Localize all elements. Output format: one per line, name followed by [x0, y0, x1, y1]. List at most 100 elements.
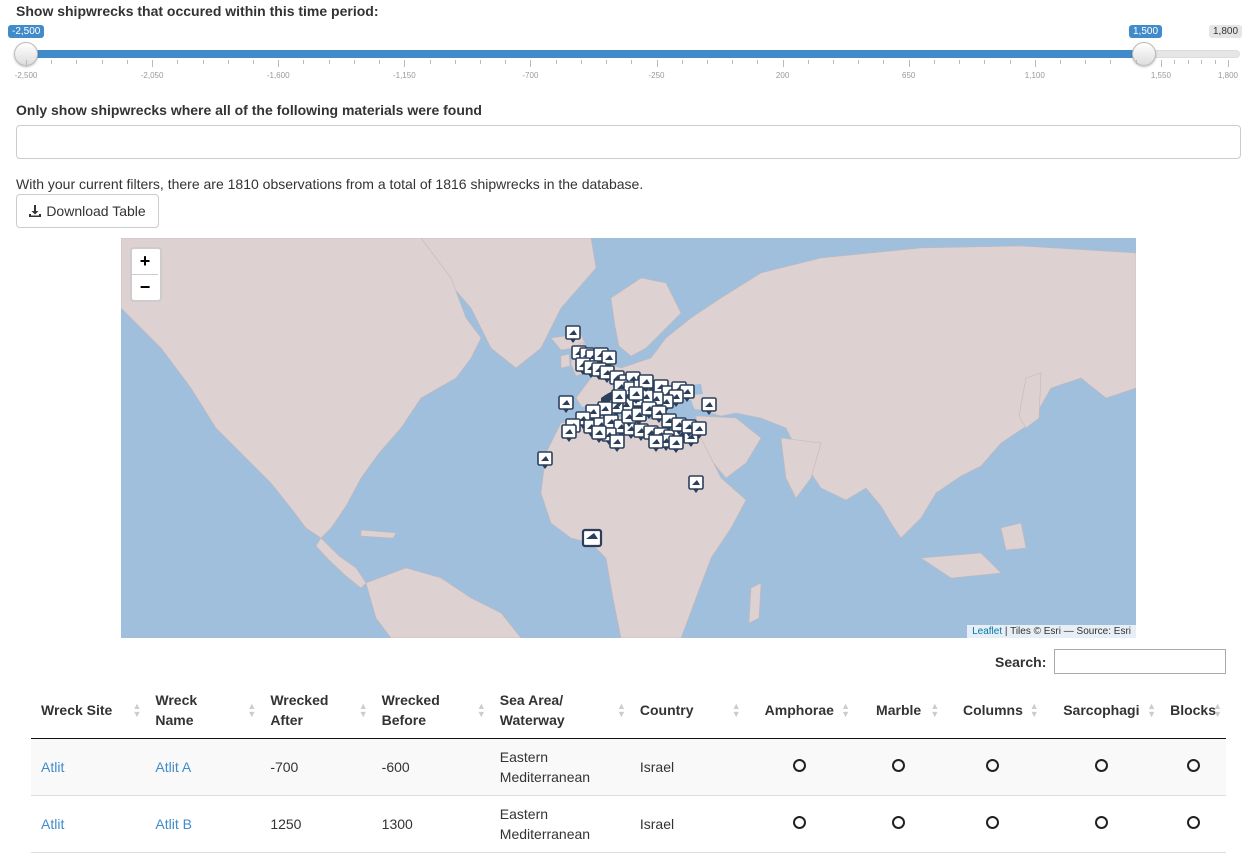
slider-minor-tick [984, 60, 986, 64]
sarcophagi-cell [1042, 738, 1161, 796]
not-found-circle-icon [1186, 816, 1200, 829]
col-sarcophagi[interactable]: Sarcophagi ▲ ▼ [1042, 682, 1161, 739]
sort-icon: ▲ ▼ [731, 701, 741, 719]
tiles-credit: | Tiles © Esri — Source: Esri [1002, 626, 1131, 637]
shipwreck-map[interactable]: + − Leaflet | Tiles © Esri — Source: Esr… [121, 238, 1136, 638]
sort-icon: ▲ ▼ [616, 701, 626, 719]
sort-icon: ▲ ▼ [1147, 701, 1157, 719]
slider-minor-tick [1187, 60, 1189, 64]
slider-minor-tick [555, 60, 557, 64]
slider-tick-label: 200 [775, 71, 790, 80]
wreck-site-link[interactable]: Atlit [31, 738, 146, 796]
zoom-control: + − [130, 247, 162, 302]
map-basemap [121, 238, 1136, 638]
sort-icon: ▲ ▼ [132, 701, 142, 719]
col-sea-area[interactable]: Sea Area/ Waterway ▲ ▼ [489, 682, 630, 739]
not-found-circle-icon [792, 816, 806, 829]
table-header-row: Wreck Site ▲ ▼ Wreck Name ▲ ▼ Wrecked After ▲… [31, 682, 1226, 739]
slider-major-tick [656, 60, 658, 67]
materials-input[interactable] [16, 125, 1241, 159]
slider-minor-tick [1009, 60, 1011, 64]
slider-major-tick [1034, 60, 1036, 67]
slider-minor-tick [858, 60, 860, 64]
col-wreck-site[interactable]: Wreck Site ▲ ▼ [31, 682, 146, 739]
zoom-in-button[interactable]: + [132, 249, 158, 274]
slider-major-tick [782, 60, 784, 67]
slider-tick-label: 650 [902, 71, 916, 80]
slider-tick-label: 1,550 [1150, 71, 1171, 80]
not-found-circle-icon [1186, 759, 1200, 772]
slider-minor-tick [379, 60, 381, 64]
slider-major-tick [1160, 60, 1162, 67]
columns-cell [943, 795, 1043, 853]
zoom-out-button[interactable]: − [132, 274, 158, 300]
col-wreck-name[interactable]: Wreck Name ▲ ▼ [145, 682, 261, 739]
time-period-label: Show shipwrecks that occured within this… [16, 3, 379, 19]
slider-selected-range [26, 50, 1145, 58]
slider-minor-tick [580, 60, 582, 64]
slider-minor-tick [76, 60, 78, 64]
slider-minor-tick [933, 60, 935, 64]
not-found-circle-icon [792, 759, 806, 772]
search-label: Search: [995, 654, 1047, 670]
shipwreck-marker-icon[interactable] [581, 528, 603, 548]
slider-minor-tick [606, 60, 608, 64]
sort-icon: ▲ ▼ [247, 701, 257, 719]
slider-minor-tick [959, 60, 961, 64]
col-country[interactable]: Country ▲ ▼ [629, 682, 745, 739]
search-input[interactable] [1054, 649, 1226, 674]
table-row: Atlit Atlit A -700 -600 Eastern Mediterr… [31, 738, 1226, 796]
not-found-circle-icon [986, 759, 1000, 772]
slider-minor-tick [353, 60, 355, 64]
slider-minor-tick [126, 60, 128, 64]
slider-major-tick [530, 60, 532, 67]
wrecked-before-cell: -600 [371, 738, 490, 796]
download-table-button[interactable]: Download Table [16, 194, 159, 228]
slider-major-tick [26, 60, 27, 67]
slider-minor-tick [454, 60, 456, 64]
slider-minor-tick [681, 60, 683, 64]
slider-minor-tick [303, 60, 305, 64]
country-cell: Israel [629, 738, 745, 796]
slider-to-value: 1,500 [1129, 25, 1163, 38]
slider-minor-tick [227, 60, 229, 64]
not-found-circle-icon [1094, 816, 1108, 829]
time-range-slider[interactable]: -2,500 1,500 1,800 -2,500 -2,050 -1,600 -1,… [8, 22, 1243, 84]
slider-minor-tick [833, 60, 835, 64]
slider-minor-tick [883, 60, 885, 64]
slider-minor-tick [1060, 60, 1062, 64]
slider-minor-tick [807, 60, 809, 64]
wreck-name-link[interactable]: Atlit B [145, 795, 261, 853]
slider-minor-tick [1214, 60, 1216, 64]
slider-minor-tick [631, 60, 633, 64]
sort-icon: ▲ ▼ [358, 701, 368, 719]
slider-minor-tick [479, 60, 481, 64]
amphorae-cell [744, 795, 854, 853]
materials-filter-label: Only show shipwrecks where all of the fo… [16, 102, 482, 118]
col-blocks[interactable]: Blocks ▲ ▼ [1160, 682, 1226, 739]
slider-major-tick [1228, 60, 1229, 67]
blocks-cell [1160, 738, 1226, 796]
slider-tick-label: -2,050 [140, 71, 164, 80]
leaflet-link[interactable]: Leaflet [972, 626, 1002, 637]
sea-area-cell: Eastern Mediterranean [489, 738, 630, 796]
slider-minor-tick [1174, 60, 1176, 64]
wreck-name-link[interactable]: Atlit A [145, 738, 261, 796]
slider-minor-tick [101, 60, 103, 64]
slider-tick-label: 1,800 [1217, 71, 1239, 80]
sort-icon: ▲ ▼ [1029, 701, 1039, 719]
slider-tick-label: -250 [648, 71, 665, 80]
slider-minor-tick [757, 60, 759, 64]
col-amphorae[interactable]: Amphorae ▲ ▼ [744, 682, 854, 739]
col-columns[interactable]: Columns ▲ ▼ [943, 682, 1043, 739]
sort-icon: ▲ ▼ [841, 701, 850, 719]
col-marble[interactable]: Marble ▲ ▼ [853, 682, 944, 739]
table-row: Atlit Atlit B 1250 1300 Eastern Mediterr… [31, 795, 1226, 853]
sort-icon: ▲ ▼ [476, 701, 486, 719]
sort-icon: ▲ ▼ [1213, 701, 1222, 719]
col-wrecked-after[interactable]: Wrecked After ▲ ▼ [260, 682, 372, 739]
shipwreck-marker-icon[interactable] [558, 395, 574, 413]
wreck-site-link[interactable]: Atlit [31, 795, 146, 853]
wrecked-after-cell: -700 [260, 738, 372, 796]
col-wrecked-before[interactable]: Wrecked Before ▲ ▼ [371, 682, 490, 739]
